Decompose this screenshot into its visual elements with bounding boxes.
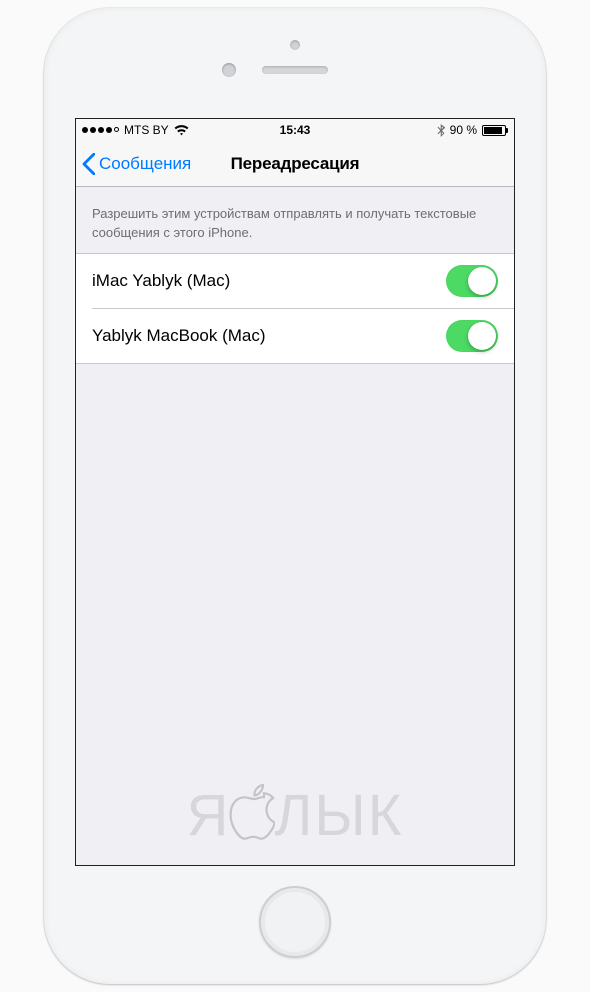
navigation-bar: Сообщения Переадресация	[76, 141, 514, 187]
carrier-label: MTS BY	[124, 123, 169, 137]
device-name-label: Yablyk MacBook (Mac)	[92, 326, 266, 346]
device-row: Yablyk MacBook (Mac)	[76, 309, 514, 363]
section-description: Разрешить этим устройствам отправлять и …	[76, 187, 514, 253]
apple-logo-icon	[229, 784, 275, 840]
status-clock: 15:43	[280, 123, 311, 137]
wifi-icon	[174, 125, 189, 136]
watermark-text-pre: Я	[186, 782, 230, 849]
watermark: Я ЛЫК	[76, 782, 514, 849]
chevron-left-icon	[82, 153, 95, 175]
battery-icon	[482, 125, 508, 136]
signal-strength-icon	[82, 127, 119, 133]
screen: MTS BY 15:43 90 % Сообщения Переадресаци…	[75, 118, 515, 866]
front-camera	[222, 63, 236, 77]
device-list: iMac Yablyk (Mac) Yablyk MacBook (Mac)	[76, 253, 514, 364]
status-bar: MTS BY 15:43 90 %	[76, 119, 514, 141]
device-row: iMac Yablyk (Mac)	[76, 254, 514, 308]
back-button[interactable]: Сообщения	[82, 153, 191, 175]
earpiece-speaker	[262, 66, 328, 74]
back-label: Сообщения	[99, 154, 191, 174]
device-toggle[interactable]	[446, 265, 498, 297]
proximity-sensor	[290, 40, 300, 50]
device-name-label: iMac Yablyk (Mac)	[92, 271, 230, 291]
home-button[interactable]	[259, 886, 331, 958]
content-area: Разрешить этим устройствам отправлять и …	[76, 187, 514, 865]
watermark-text-post: ЛЫК	[274, 782, 403, 849]
device-toggle[interactable]	[446, 320, 498, 352]
bluetooth-icon	[437, 124, 445, 137]
iphone-frame: MTS BY 15:43 90 % Сообщения Переадресаци…	[44, 8, 546, 984]
battery-percent-label: 90 %	[450, 123, 477, 137]
page-title: Переадресация	[231, 154, 360, 174]
